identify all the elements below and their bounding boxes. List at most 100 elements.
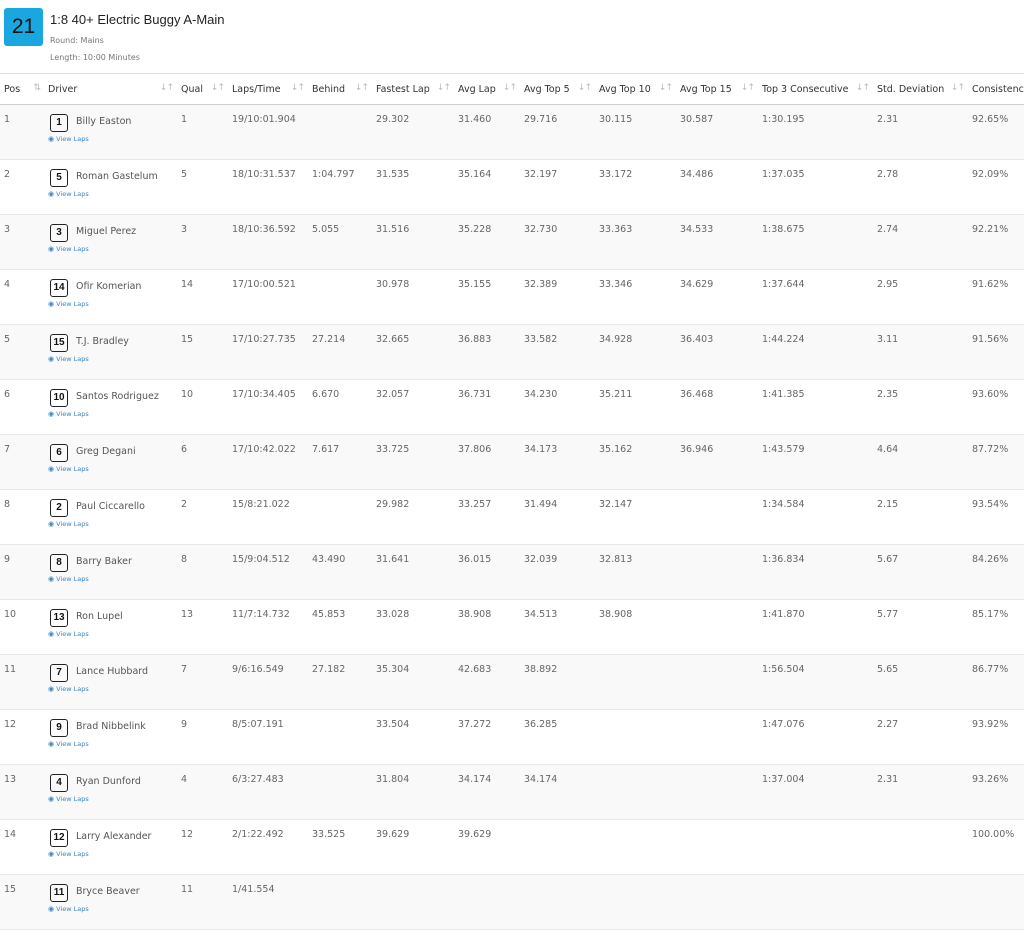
cell-top15: 34.486 (676, 159, 758, 215)
view-laps-link[interactable]: ◉ View Laps (48, 795, 177, 803)
driver-cell: 9 Brad Nibbelink ◉ View Laps (44, 709, 177, 765)
cell-top15: 30.587 (676, 104, 758, 160)
view-laps-link[interactable]: ◉ View Laps (48, 135, 177, 143)
cell-avg: 35.164 (454, 159, 520, 215)
cell-top15 (676, 819, 758, 875)
view-laps-label: View Laps (56, 520, 89, 528)
column-header-label: Avg Top 15 (680, 83, 732, 95)
column-header-behind[interactable]: Behind ↓↑ (308, 73, 372, 105)
cell-std (873, 819, 968, 875)
sort-icon[interactable]: ↓↑ (578, 83, 592, 93)
sort-icon[interactable]: ↓↑ (503, 83, 517, 93)
driver-name: Ron Lupel (76, 611, 123, 622)
cell-fastest: 33.028 (372, 599, 454, 655)
column-header-fastest-lap[interactable]: Fastest Lap ↓↑ (372, 73, 454, 105)
cell-cons: 91.62% (968, 269, 1024, 325)
car-number-badge: 15 (50, 334, 68, 352)
view-laps-link[interactable]: ◉ View Laps (48, 355, 177, 363)
cell-std (873, 874, 968, 930)
view-laps-link[interactable]: ◉ View Laps (48, 245, 177, 253)
cell-behind: 6.670 (308, 379, 372, 435)
car-number-badge: 8 (50, 554, 68, 572)
view-laps-link[interactable]: ◉ View Laps (48, 850, 177, 858)
view-laps-link[interactable]: ◉ View Laps (48, 740, 177, 748)
view-laps-link[interactable]: ◉ View Laps (48, 905, 177, 913)
sort-icon[interactable]: ↓↑ (211, 83, 225, 93)
column-header-qual[interactable]: Qual ↓↑ (177, 73, 228, 105)
cell-pos: 14 (0, 819, 44, 875)
sort-icon[interactable]: ↓↑ (437, 83, 451, 93)
view-laps-link[interactable]: ◉ View Laps (48, 410, 177, 418)
sort-icon[interactable]: ↓↑ (741, 83, 755, 93)
cell-cons: 86.77% (968, 654, 1024, 710)
column-header-laps-time[interactable]: Laps/Time ↓↑ (228, 73, 308, 105)
eye-icon: ◉ (48, 135, 55, 143)
cell-top15: 36.946 (676, 434, 758, 490)
cell-fastest: 32.057 (372, 379, 454, 435)
view-laps-label: View Laps (56, 795, 89, 803)
cell-top3c: 1:47.076 (758, 709, 873, 765)
column-header-driver[interactable]: Driver ↓↑ (44, 73, 177, 105)
column-header-pos[interactable]: Pos ⇅ (0, 73, 44, 105)
sort-icon[interactable]: ↓↑ (160, 83, 174, 93)
cell-top10: 32.813 (595, 544, 676, 600)
column-header-consistency[interactable]: Consistency (968, 73, 1024, 105)
eye-icon: ◉ (48, 575, 55, 583)
cell-std: 5.65 (873, 654, 968, 710)
cell-avg: 36.731 (454, 379, 520, 435)
eye-icon: ◉ (48, 410, 55, 418)
view-laps-label: View Laps (56, 575, 89, 583)
cell-pos: 12 (0, 709, 44, 765)
cell-pos: 10 (0, 599, 44, 655)
sort-icon[interactable]: ↓↑ (659, 83, 673, 93)
view-laps-link[interactable]: ◉ View Laps (48, 190, 177, 198)
column-header-avg-lap[interactable]: Avg Lap ↓↑ (454, 73, 520, 105)
cell-top3c (758, 819, 873, 875)
column-header-top-3-consecutive[interactable]: Top 3 Consecutive ↓↑ (758, 73, 873, 105)
view-laps-link[interactable]: ◉ View Laps (48, 520, 177, 528)
sort-icon[interactable]: ↓↑ (951, 83, 965, 93)
driver-name: Roman Gastelum (76, 171, 158, 182)
car-number-badge: 2 (50, 499, 68, 517)
cell-top3c: 1:41.870 (758, 599, 873, 655)
view-laps-label: View Laps (56, 300, 89, 308)
cell-avg (454, 874, 520, 930)
cell-std: 4.64 (873, 434, 968, 490)
view-laps-link[interactable]: ◉ View Laps (48, 685, 177, 693)
cell-std: 2.74 (873, 214, 968, 270)
driver-name: Barry Baker (76, 556, 132, 567)
column-header-avg-top-10[interactable]: Avg Top 10 ↓↑ (595, 73, 676, 105)
cell-fastest: 32.665 (372, 324, 454, 380)
cell-avg: 42.683 (454, 654, 520, 710)
cell-top15 (676, 599, 758, 655)
driver-cell: 13 Ron Lupel ◉ View Laps (44, 599, 177, 655)
sort-active-icon[interactable]: ⇅ (33, 83, 40, 93)
cell-top10: 38.908 (595, 599, 676, 655)
view-laps-link[interactable]: ◉ View Laps (48, 630, 177, 638)
car-number-badge: 14 (50, 279, 68, 297)
view-laps-link[interactable]: ◉ View Laps (48, 575, 177, 583)
sort-icon[interactable]: ↓↑ (856, 83, 870, 93)
column-header-label: Avg Lap (458, 83, 496, 95)
driver-name: Lance Hubbard (76, 666, 149, 677)
sort-icon[interactable]: ↓↑ (291, 83, 305, 93)
cell-fastest: 35.304 (372, 654, 454, 710)
view-laps-link[interactable]: ◉ View Laps (48, 300, 177, 308)
cell-laps: 15/9:04.512 (228, 544, 308, 600)
sort-icon[interactable]: ↓↑ (355, 83, 369, 93)
car-number-badge: 7 (50, 664, 68, 682)
column-header-std-deviation[interactable]: Std. Deviation ↓↑ (873, 73, 968, 105)
view-laps-label: View Laps (56, 630, 89, 638)
column-header-label: Behind (312, 83, 346, 95)
cell-pos: 13 (0, 764, 44, 820)
view-laps-link[interactable]: ◉ View Laps (48, 465, 177, 473)
cell-cons: 92.65% (968, 104, 1024, 160)
column-header-avg-top-5[interactable]: Avg Top 5 ↓↑ (520, 73, 595, 105)
cell-laps: 1/41.554 (228, 874, 308, 930)
column-header-avg-top-15[interactable]: Avg Top 15 ↓↑ (676, 73, 758, 105)
cell-laps: 11/7:14.732 (228, 599, 308, 655)
cell-behind (308, 709, 372, 765)
cell-top10 (595, 764, 676, 820)
cell-qual: 1 (177, 104, 228, 160)
cell-fastest: 33.504 (372, 709, 454, 765)
